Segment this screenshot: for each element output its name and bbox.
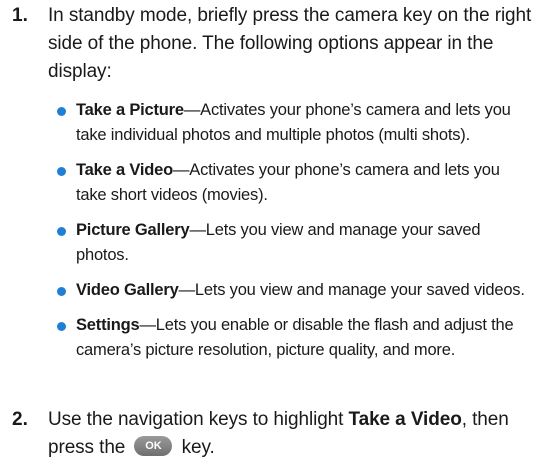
step-text: Use the navigation keys to highlight Tak… <box>48 406 532 462</box>
bullet-icon <box>57 287 66 296</box>
list-item: Take a Video—Activates your phone’s came… <box>56 158 526 208</box>
list-item: Take a Picture—Activates your phone’s ca… <box>56 98 526 148</box>
ok-key-icon: OK <box>134 435 173 456</box>
step-1: 1. In standby mode, briefly press the ca… <box>12 2 532 86</box>
step-text: In standby mode, briefly press the camer… <box>48 5 532 82</box>
step-number: 2. <box>12 409 28 430</box>
option-description: —Lets you view and manage your saved vid… <box>178 281 525 299</box>
bullet-icon <box>57 107 66 116</box>
list-item: Picture Gallery—Lets you view and manage… <box>56 218 526 268</box>
option-term: Take a Picture <box>76 101 184 119</box>
document-page: 1. In standby mode, briefly press the ca… <box>0 0 538 463</box>
bullet-icon <box>57 167 66 176</box>
option-term: Video Gallery <box>76 281 179 299</box>
option-term: Take a Video <box>76 161 173 179</box>
step-2: 2. Use the navigation keys to highlight … <box>12 406 532 462</box>
option-term: Settings <box>76 316 140 334</box>
bullet-icon <box>57 227 66 236</box>
bullet-icon <box>57 322 66 331</box>
list-item: Settings—Lets you enable or disable the … <box>56 313 526 363</box>
options-list: Take a Picture—Activates your phone’s ca… <box>56 98 526 373</box>
option-term: Picture Gallery <box>76 221 190 239</box>
step-text-after: key. <box>176 437 215 458</box>
step-text-before: Use the navigation keys to highlight <box>48 409 349 430</box>
step-number: 1. <box>12 5 28 26</box>
list-item: Video Gallery—Lets you view and manage y… <box>56 278 526 303</box>
highlight-term: Take a Video <box>348 409 462 430</box>
option-description: —Lets you enable or disable the flash an… <box>76 316 514 359</box>
